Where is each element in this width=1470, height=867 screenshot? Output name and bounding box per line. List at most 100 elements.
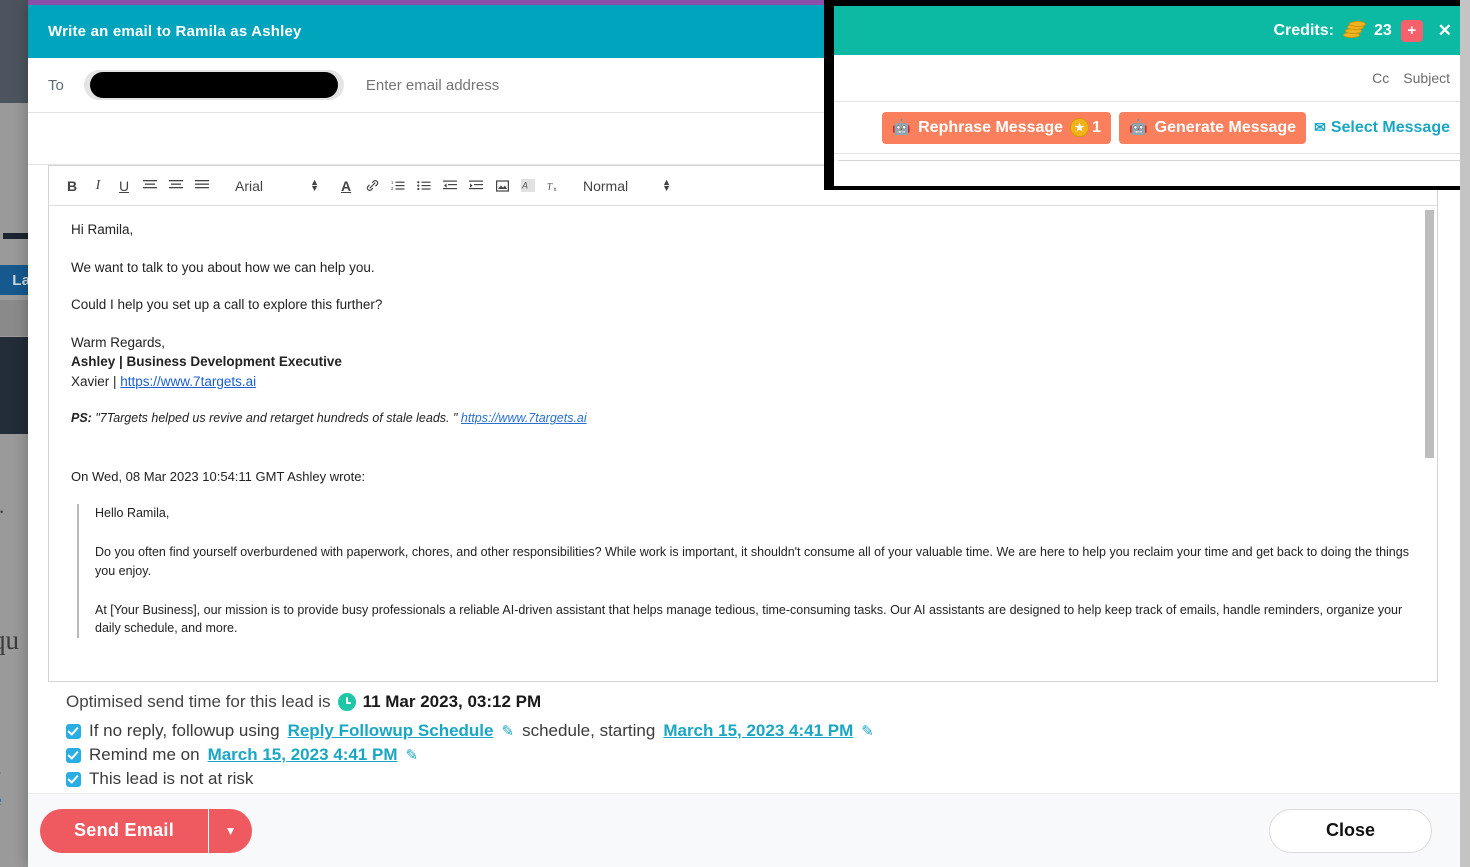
- background-text-email: ail.: [0, 494, 4, 519]
- remind-checkbox[interactable]: [66, 747, 81, 763]
- pencil-icon[interactable]: ✎: [861, 722, 874, 740]
- quoted-paragraph-2: At [Your Business], our mission is to pr…: [95, 602, 1403, 636]
- font-family-select[interactable]: Arial ▲ ▼: [229, 178, 325, 194]
- credits-overlay-window: Credits: 23 + ✕ Cc Subject 🤖 Rephrase Me…: [824, 0, 1470, 190]
- editor-scrollbar[interactable]: [1425, 210, 1434, 458]
- envelope-icon: ✉: [1314, 119, 1326, 135]
- body-greeting: Hi Ramila,: [71, 222, 134, 237]
- followup-prefix-label: If no reply, followup using: [89, 721, 280, 740]
- body-closing: Warm Regards,: [71, 334, 166, 350]
- clock-icon: [337, 693, 356, 711]
- align-left-icon[interactable]: [137, 173, 163, 199]
- send-email-button[interactable]: Send Email: [40, 808, 209, 853]
- remind-option-row: Remind me on March 15, 2023 4:41 PM ✎: [66, 745, 1438, 765]
- pencil-icon[interactable]: ✎: [502, 722, 515, 740]
- quoted-greeting: Hello Ramila,: [95, 506, 170, 521]
- lead-risk-option-row: This lead is not at risk: [66, 769, 1438, 789]
- recipient-chip[interactable]: [83, 70, 344, 100]
- paragraph-style-select[interactable]: Normal ▲ ▼: [577, 178, 677, 194]
- overlay-ai-action-bar: 🤖 Rephrase Message ★ 1 🤖 Generate Messag…: [834, 102, 1466, 154]
- followup-start-date-link[interactable]: March 15, 2023 4:41 PM: [663, 721, 853, 741]
- overlay-rephrase-cost: 1: [1092, 118, 1101, 136]
- send-options-dropdown[interactable]: ▼: [208, 808, 253, 853]
- clear-format-icon[interactable]: Tx: [541, 173, 567, 199]
- outdent-icon[interactable]: [437, 173, 463, 199]
- overlay-cc-toggle[interactable]: Cc: [1372, 70, 1389, 86]
- overlay-rephrase-message-button[interactable]: 🤖 Rephrase Message ★ 1: [882, 111, 1111, 144]
- overlay-editor-top: [838, 160, 1462, 186]
- send-button-group: Send Email ▼: [40, 808, 253, 853]
- credits-label: Credits:: [1273, 21, 1334, 39]
- ps-prefix: PS:: [71, 411, 92, 426]
- robot-icon: 🤖: [1128, 119, 1148, 136]
- indent-icon[interactable]: [463, 173, 489, 199]
- optimised-send-time-value: 11 Mar 2023, 03:12 PM: [362, 692, 542, 711]
- close-icon[interactable]: ✕: [1438, 21, 1452, 41]
- underline-button[interactable]: U: [111, 173, 137, 199]
- remind-date-link[interactable]: March 15, 2023 4:41 PM: [208, 745, 398, 765]
- credits-count: 23: [1373, 21, 1392, 39]
- editor-area: B I U Arial ▲ ▼ A 1 2 A T x Normal ▲ ▼ H…: [28, 165, 1460, 682]
- overlay-generate-message-button[interactable]: 🤖 Generate Message: [1118, 111, 1307, 144]
- link-icon[interactable]: [359, 173, 385, 199]
- bullet-list-icon[interactable]: [411, 173, 437, 199]
- signature-company: Xavier |: [71, 373, 121, 389]
- pencil-icon[interactable]: ✎: [406, 746, 419, 764]
- optimised-send-time-label: Optimised send time for this lead is: [66, 692, 331, 711]
- followup-schedule-link[interactable]: Reply Followup Schedule: [288, 721, 494, 741]
- signature-name: Ashley | Business Development Executive: [71, 354, 342, 370]
- overlay-subject-toggle[interactable]: Subject: [1403, 70, 1450, 86]
- robot-icon: 🤖: [892, 119, 912, 136]
- quoted-paragraph-1: Do you often find yourself overburdened …: [95, 545, 1409, 578]
- page-title: Write an email to Ramila as Ashley: [48, 23, 302, 40]
- background-text-s: s: [0, 763, 1, 780]
- chevron-updown-icon: ▲ ▼: [662, 176, 671, 193]
- lead-risk-checkbox[interactable]: [66, 771, 81, 787]
- optimised-send-time-row: Optimised send time for this lead is 11 …: [66, 692, 1438, 712]
- followup-option-row: If no reply, followup using Reply Follow…: [66, 721, 1438, 741]
- coin-stack-icon: [1342, 20, 1366, 40]
- italic-button[interactable]: I: [85, 173, 111, 199]
- body-line-2: Could I help you set up a call to explor…: [71, 297, 383, 313]
- close-button[interactable]: Close: [1268, 808, 1432, 853]
- highlight-icon[interactable]: A: [515, 173, 541, 199]
- background-text-e: e: [0, 793, 2, 810]
- background-text-qu: qu: [0, 625, 19, 655]
- signature-website-link[interactable]: https://www.7targets.ai: [120, 374, 256, 389]
- chevron-updown-icon: ▲ ▼: [310, 176, 319, 193]
- overlay-cc-subject-row: Cc Subject: [834, 55, 1466, 102]
- page-scrollbar[interactable]: [1460, 0, 1470, 867]
- body-line-1: We want to talk to you about how we can …: [71, 259, 375, 275]
- modal-footer: Send Email ▼ Close: [28, 793, 1460, 867]
- ps-text: "7Targets helped us revive and retarget …: [91, 411, 461, 426]
- credits-bar: Credits: 23 + ✕: [834, 6, 1466, 55]
- svg-text:x: x: [554, 187, 557, 192]
- followup-checkbox[interactable]: [66, 723, 81, 739]
- ordered-list-icon[interactable]: 12: [385, 173, 411, 199]
- font-family-value: Arial: [235, 177, 264, 194]
- svg-text:T: T: [547, 181, 553, 191]
- to-label: To: [48, 76, 64, 94]
- svg-text:2: 2: [391, 186, 394, 191]
- rich-text-editor: B I U Arial ▲ ▼ A 1 2 A T x Normal ▲ ▼ H…: [48, 165, 1438, 682]
- text-color-button[interactable]: A: [333, 173, 359, 199]
- overlay-select-label: Select Message: [1330, 118, 1450, 136]
- email-body-content[interactable]: Hi Ramila, We want to talk to you about …: [49, 206, 1437, 681]
- image-icon[interactable]: [489, 173, 515, 199]
- bold-button[interactable]: B: [59, 173, 85, 199]
- quoted-message: Hello Ramila, Do you often find yourself…: [77, 504, 1419, 639]
- credits-overlay-body: Cc Subject 🤖 Rephrase Message ★ 1 🤖 Gene…: [834, 55, 1466, 186]
- lead-risk-label: This lead is not at risk: [89, 769, 254, 788]
- recipient-redacted-value: [89, 72, 338, 98]
- paragraph-style-value: Normal: [583, 177, 629, 194]
- overlay-generate-label: Generate Message: [1154, 118, 1297, 136]
- ps-link[interactable]: https://www.7targets.ai: [461, 411, 587, 425]
- remind-prefix-label: Remind me on: [89, 745, 200, 764]
- align-right-icon[interactable]: [189, 173, 215, 199]
- add-credits-button[interactable]: +: [1400, 19, 1423, 42]
- align-center-icon[interactable]: [163, 173, 189, 199]
- overlay-rephrase-label: Rephrase Message: [918, 118, 1064, 136]
- overlay-select-message-button[interactable]: ✉ Select Message: [1314, 119, 1450, 137]
- star-coin-icon: ★: [1070, 118, 1090, 137]
- followup-mid-label: schedule, starting: [522, 721, 656, 740]
